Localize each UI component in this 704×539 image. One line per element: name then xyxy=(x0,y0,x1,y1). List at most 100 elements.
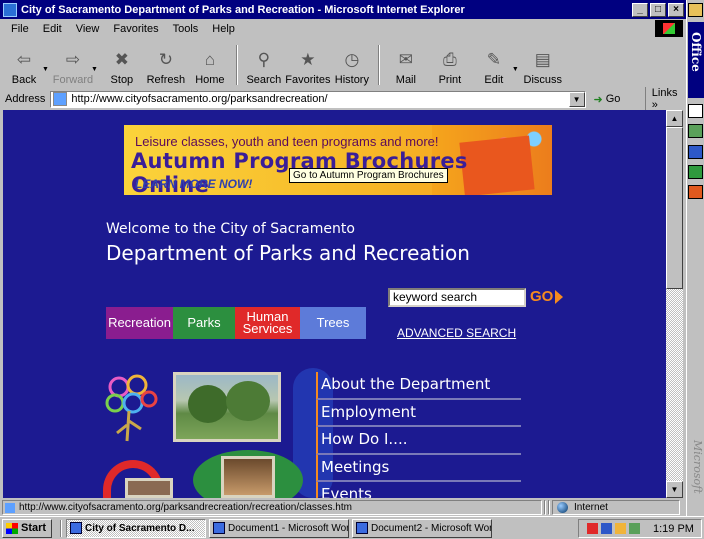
search-go-button[interactable]: GO xyxy=(530,287,568,306)
print-label: Print xyxy=(438,74,462,86)
maximize-button[interactable]: □ xyxy=(650,2,666,17)
task-word-document1[interactable]: Document1 - Microsoft Word xyxy=(209,518,349,538)
autumn-brochures-banner[interactable]: Leisure classes, youth and teen programs… xyxy=(124,125,552,195)
menu-file[interactable]: File xyxy=(4,23,36,35)
system-tray: 1:19 PM xyxy=(578,519,702,538)
stop-icon: ✖ xyxy=(114,50,129,69)
edit-label: Edit xyxy=(484,74,504,86)
history-icon: ◷ xyxy=(344,50,360,69)
link-meetings[interactable]: Meetings xyxy=(316,454,521,482)
ie-app-icon[interactable] xyxy=(3,2,17,17)
print-button[interactable]: ⎙ Print xyxy=(428,43,472,89)
office-shortcut-bar: Office Microsoft xyxy=(686,0,704,516)
page-icon xyxy=(53,92,68,106)
links-button[interactable]: Links » xyxy=(644,87,686,111)
scroll-thumb[interactable] xyxy=(666,127,683,289)
excel-icon[interactable] xyxy=(688,165,703,179)
link-about-department[interactable]: About the Department xyxy=(316,372,521,400)
menu-tools[interactable]: Tools xyxy=(166,23,206,35)
address-bar: Address http://www.cityofsacramento.org/… xyxy=(0,87,686,111)
menu-favorites[interactable]: Favorites xyxy=(106,23,165,35)
keyword-search-input[interactable]: keyword search xyxy=(388,288,526,307)
start-button[interactable]: Start xyxy=(2,518,52,538)
taskbar: Start City of Sacramento D... Document1 … xyxy=(0,516,704,539)
tab-recreation[interactable]: Recreation xyxy=(106,307,173,339)
edit-dropdown-icon[interactable]: ▼ xyxy=(512,66,519,73)
refresh-button[interactable]: ↻ Refresh xyxy=(144,43,188,89)
clock[interactable]: 1:19 PM xyxy=(653,523,694,535)
back-dropdown-icon[interactable]: ▼ xyxy=(42,66,49,73)
favorites-button[interactable]: ★ Favorites xyxy=(285,43,330,89)
discuss-button[interactable]: ▤ Discuss xyxy=(521,43,565,89)
search-icon: ⚲ xyxy=(257,50,271,69)
edit-button[interactable]: ✎ Edit xyxy=(472,43,516,89)
photo-tree xyxy=(226,381,270,421)
task-label: City of Sacramento D... xyxy=(85,522,195,534)
minimize-button[interactable]: _ xyxy=(632,2,648,17)
zone-label: Internet xyxy=(574,502,608,513)
word-icon[interactable] xyxy=(688,145,703,159)
office-bar-title: Office xyxy=(688,22,704,98)
advanced-search-link[interactable]: ADVANCED SEARCH xyxy=(397,326,516,340)
page-title: Department of Parks and Recreation xyxy=(106,241,470,265)
search-button[interactable]: ⚲ Search xyxy=(242,43,286,89)
menu-edit[interactable]: Edit xyxy=(36,23,69,35)
tab-trees[interactable]: Trees xyxy=(300,307,366,339)
menu-help[interactable]: Help xyxy=(205,23,242,35)
scroll-up-icon[interactable]: ▲ xyxy=(666,110,683,127)
go-arrow-icon: ➜ xyxy=(593,93,603,106)
scroll-down-icon[interactable]: ▼ xyxy=(666,481,683,498)
task-label: Document1 - Microsoft Word xyxy=(228,522,349,534)
office-doc-icon[interactable] xyxy=(688,104,703,118)
bottom-photo-collage xyxy=(103,450,303,498)
tray-network-icon[interactable] xyxy=(601,523,612,534)
microsoft-watermark: Microsoft xyxy=(691,440,704,494)
address-input[interactable]: http://www.cityofsacramento.org/parksand… xyxy=(50,90,586,108)
security-zone: Internet xyxy=(552,500,680,515)
home-button[interactable]: ⌂ Home xyxy=(188,43,232,89)
office-folder-icon[interactable] xyxy=(688,124,703,138)
link-events[interactable]: Events xyxy=(316,482,521,498)
forward-button[interactable]: ⇨ Forward xyxy=(51,43,95,89)
tab-parks[interactable]: Parks xyxy=(173,307,235,339)
tray-antivirus-icon[interactable] xyxy=(629,523,640,534)
forward-dropdown-icon[interactable]: ▼ xyxy=(91,66,98,73)
mail-label: Mail xyxy=(395,74,416,86)
back-button[interactable]: ⇦ Back xyxy=(2,43,46,89)
powerpoint-icon[interactable] xyxy=(688,185,703,199)
task-ie-window[interactable]: City of Sacramento D... xyxy=(66,518,206,538)
banner-line-3: LEARN MORE NOW! xyxy=(135,177,253,191)
banner-tooltip: Go to Autumn Program Brochures xyxy=(289,168,448,183)
department-links: About the Department Employment How Do I… xyxy=(316,372,521,498)
forward-label: Forward xyxy=(52,74,94,86)
tab-human-services[interactable]: Human Services xyxy=(235,307,300,339)
toolbar-separator xyxy=(235,45,238,85)
menu-view[interactable]: View xyxy=(69,23,107,35)
stop-button[interactable]: ✖ Stop xyxy=(100,43,144,89)
go-button[interactable]: ➜ Go xyxy=(594,93,635,106)
link-how-do-i[interactable]: How Do I.... xyxy=(316,427,521,455)
window-title: City of Sacramento Department of Parks a… xyxy=(21,3,465,16)
history-button[interactable]: ◷ History xyxy=(330,43,374,89)
vertical-scrollbar[interactable]: ▲ ▼ xyxy=(666,110,683,498)
status-bar: http://www.cityofsacramento.org/parksand… xyxy=(0,499,686,516)
edit-icon: ✎ xyxy=(486,50,501,69)
photo-tree xyxy=(188,385,228,423)
colorful-tree-icon xyxy=(105,374,158,442)
address-dropdown-icon[interactable]: ▼ xyxy=(568,91,585,107)
menu-bar: File Edit View Favorites Tools Help xyxy=(0,19,686,39)
task-word-document2[interactable]: Document2 - Microsoft Word xyxy=(352,518,492,538)
discuss-icon: ▤ xyxy=(534,50,551,69)
section-tabs: Recreation Parks Human Services Trees xyxy=(106,307,366,339)
tray-app-icon[interactable] xyxy=(587,523,598,534)
status-text: http://www.cityofsacramento.org/parksand… xyxy=(2,500,542,515)
link-employment[interactable]: Employment xyxy=(316,399,521,427)
print-icon: ⎙ xyxy=(443,50,457,69)
tray-volume-icon[interactable] xyxy=(615,523,626,534)
refresh-label: Refresh xyxy=(146,74,186,86)
go-triangle-icon xyxy=(555,289,564,304)
mail-button[interactable]: ✉ Mail xyxy=(384,43,428,89)
address-label: Address xyxy=(5,93,46,105)
office-menu-icon[interactable] xyxy=(688,3,703,17)
close-button[interactable]: × xyxy=(668,2,684,17)
